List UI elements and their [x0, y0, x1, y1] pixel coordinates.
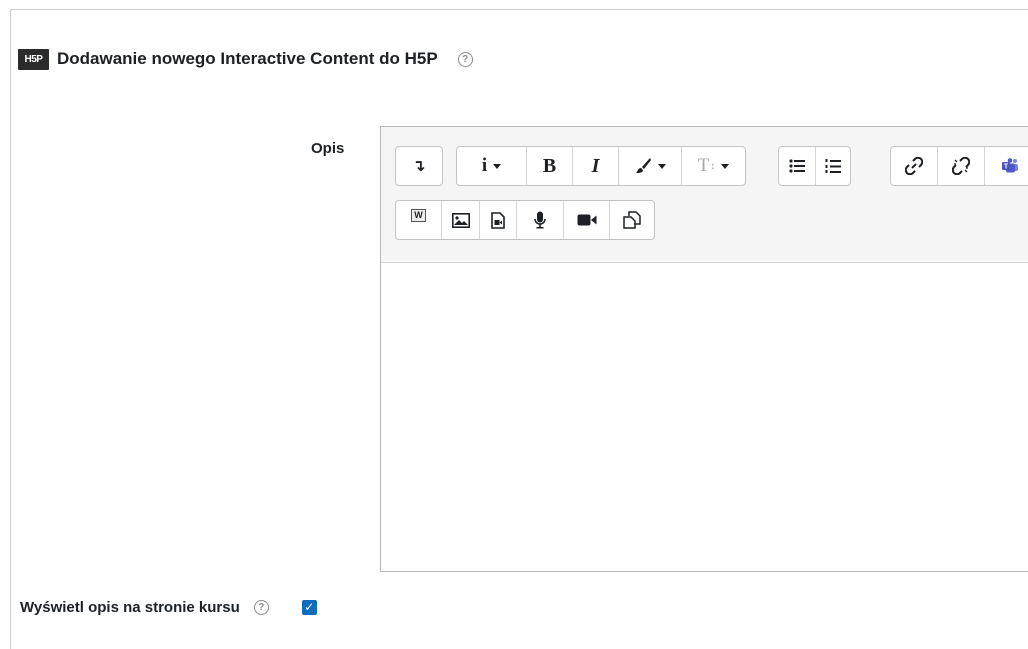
- text-height-icon: T: [697, 155, 710, 176]
- chevron-down-icon: [658, 163, 666, 169]
- manage-files-button[interactable]: [610, 201, 654, 239]
- info-icon: i: [481, 155, 488, 176]
- image-icon: [451, 212, 470, 228]
- record-video-button[interactable]: [564, 201, 610, 239]
- question-circle-icon[interactable]: ?: [253, 599, 269, 615]
- display-description-row: Wyświetl opis na stronie kursu ? ✓: [20, 597, 317, 617]
- numbered-list-button[interactable]: [816, 147, 850, 185]
- toolbar-group-lists: [778, 146, 851, 186]
- link-button[interactable]: [891, 147, 938, 185]
- italic-icon: I: [591, 154, 600, 177]
- teams-icon: T: [1002, 158, 1018, 173]
- editor-toolbar: ↴ i B I T ↕ T W: [381, 127, 1028, 263]
- microphone-icon: [534, 211, 546, 229]
- question-circle-icon[interactable]: ?: [457, 51, 473, 67]
- bold-button[interactable]: B: [527, 147, 573, 185]
- link-icon: [905, 157, 923, 175]
- copy-files-icon: [623, 211, 641, 229]
- toolbar-group-links: T: [890, 146, 1028, 186]
- collapse-button[interactable]: ↴: [396, 147, 442, 185]
- image-button[interactable]: [442, 201, 480, 239]
- bullet-list-button[interactable]: [779, 147, 816, 185]
- h5p-logo-icon: H5P: [18, 48, 49, 70]
- word-paste-button[interactable]: W: [396, 201, 442, 239]
- unlink-icon: [952, 157, 970, 175]
- file-video-icon: [491, 211, 505, 229]
- font-size-button[interactable]: T ↕: [682, 147, 745, 185]
- page-title: Dodawanie nowego Interactive Content do …: [57, 49, 438, 68]
- toolbar-group-collapse: ↴: [395, 146, 443, 186]
- description-label: Opis: [311, 140, 345, 157]
- editor-content-area[interactable]: [381, 263, 1028, 571]
- toolbar-group-format: i B I T ↕: [456, 146, 746, 186]
- word-icon: W: [411, 209, 426, 222]
- font-color-button[interactable]: [619, 147, 682, 185]
- bold-icon: B: [542, 154, 557, 177]
- svg-text:T: T: [1004, 164, 1009, 171]
- teams-button[interactable]: T: [985, 147, 1028, 185]
- paintbrush-icon: [636, 158, 651, 173]
- media-button[interactable]: [480, 201, 517, 239]
- chevron-down-icon: [721, 163, 730, 169]
- page-header: H5P Dodawanie nowego Interactive Content…: [18, 47, 473, 71]
- bullet-list-icon: [789, 159, 805, 173]
- video-camera-icon: [577, 214, 596, 226]
- display-description-label: Wyświetl opis na stronie kursu: [20, 598, 240, 616]
- italic-button[interactable]: I: [573, 147, 619, 185]
- info-style-button[interactable]: i: [457, 147, 527, 185]
- toolbar-group-media: W: [395, 200, 655, 240]
- numbered-list-icon: [825, 159, 841, 173]
- record-audio-button[interactable]: [517, 201, 564, 239]
- unlink-button[interactable]: [938, 147, 985, 185]
- description-editor: ↴ i B I T ↕ T W: [380, 126, 1028, 572]
- collapse-icon: ↴: [412, 158, 426, 175]
- chevron-down-icon: [493, 163, 502, 169]
- display-description-checkbox[interactable]: ✓: [301, 599, 317, 615]
- check-icon: ✓: [304, 600, 315, 614]
